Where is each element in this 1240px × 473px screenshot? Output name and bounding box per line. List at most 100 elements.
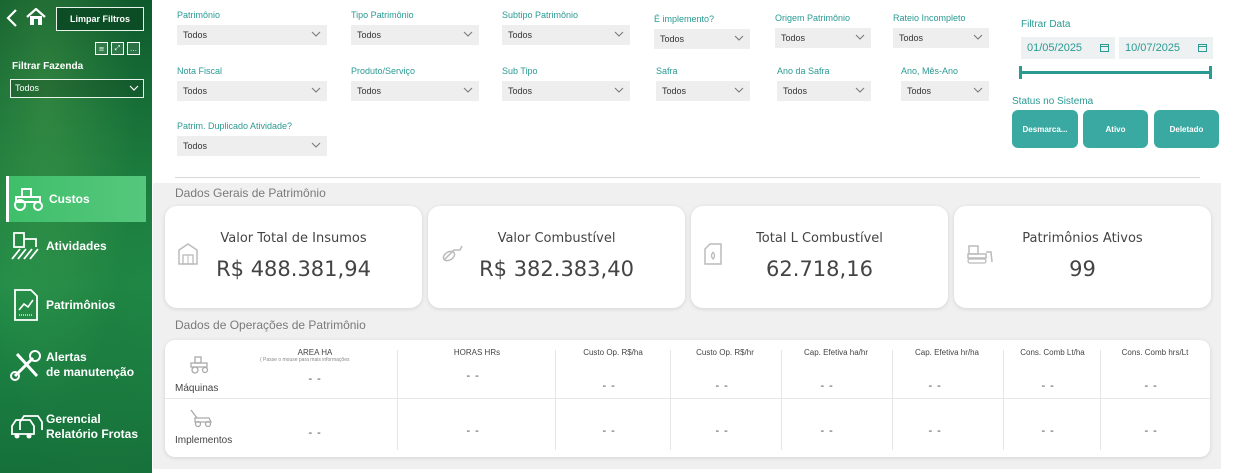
cell-value: -- xyxy=(819,424,837,437)
cell-value: -- xyxy=(465,424,483,437)
calendar-icon[interactable] xyxy=(1100,43,1109,52)
cell-value: -- xyxy=(1040,424,1058,437)
focus-mode-icon[interactable]: ⤢ xyxy=(111,42,124,55)
section-title-operations: Dados de Operações de Patrimônio xyxy=(175,318,366,332)
filter-dropdown[interactable]: Todos xyxy=(351,25,479,45)
date-range-slider[interactable] xyxy=(1021,71,1211,74)
status-label: Status no Sistema xyxy=(1012,96,1094,107)
filter-dropdown[interactable]: Todos xyxy=(177,25,327,45)
section-title-general: Dados Gerais de Patrimônio xyxy=(175,186,326,200)
cell-value: -- xyxy=(714,424,732,437)
filter-label: Patrimônio xyxy=(177,10,221,20)
column-header: HORAS HRs xyxy=(453,348,501,357)
date-end-input[interactable]: 10/07/2025 xyxy=(1119,37,1213,59)
filter-dropdown[interactable]: Todos xyxy=(177,136,327,156)
cell-value: -- xyxy=(1143,424,1161,437)
row-divider xyxy=(165,398,1210,399)
field-icon xyxy=(6,228,46,264)
farm-filter-label: Filtrar Fazenda xyxy=(12,61,84,72)
kpi-value: R$ 382.383,40 xyxy=(479,257,634,281)
right-margin xyxy=(1221,0,1240,473)
filter-dropdown[interactable]: Todos xyxy=(775,28,871,48)
nav-label-alertas: Alertas de manutenção xyxy=(46,350,134,380)
filter-ano-mes-ano: Ano, Mês-Ano Todos xyxy=(901,66,989,101)
status-button-ativo[interactable]: Ativo xyxy=(1083,110,1148,148)
nav-label-gerencial-line2: Relatório Frotas xyxy=(46,427,139,441)
date-start-value: 01/05/2025 xyxy=(1027,42,1083,54)
cell-value: -- xyxy=(819,379,837,392)
column-divider xyxy=(892,350,893,450)
nav-label-custos: Custos xyxy=(49,191,90,206)
filter-dropdown[interactable]: Todos xyxy=(901,81,989,101)
back-arrow-icon[interactable] xyxy=(5,8,19,28)
filter-dropdown[interactable]: Todos xyxy=(351,81,479,101)
nav-label-patrimonios: Patrimônios xyxy=(46,297,116,312)
filter-label: Patrim. Duplicado Atividade? xyxy=(177,121,293,131)
chevron-down-icon xyxy=(614,31,624,37)
filter-label: Tipo Patrimônio xyxy=(351,10,414,20)
cell-value: -- xyxy=(927,424,945,437)
filter-dropdown[interactable]: Todos xyxy=(654,29,750,49)
dashboard-root: Limpar Filtros ≡ ⤢ … Filtrar Fazenda Tod… xyxy=(0,0,1240,473)
nav-item-custos[interactable]: Custos xyxy=(6,176,146,222)
chevron-down-icon xyxy=(973,34,983,40)
report-chart-icon xyxy=(6,287,46,323)
filter-dropdown[interactable]: Todos xyxy=(502,81,630,101)
filter-label: É implemento? xyxy=(654,14,715,24)
filter-label: Origem Patrimônio xyxy=(775,13,851,23)
filter-rateio-incompleto: Rateio Incompleto Todos xyxy=(893,13,989,48)
date-start-input[interactable]: 01/05/2025 xyxy=(1021,37,1115,59)
filter-tipo-patrimonio: Tipo Patrimônio Todos xyxy=(351,10,479,45)
column-header: Cons. Comb hrs/Lt xyxy=(1121,348,1189,357)
status-button-desmarcar[interactable]: Desmarca... xyxy=(1012,110,1078,148)
nav-label-gerencial: Gerencial Relatório Frotas xyxy=(46,412,138,442)
row-label-implementos: Implementos xyxy=(175,435,233,446)
slider-start-handle[interactable] xyxy=(1019,66,1022,79)
nav-label-atividades: Atividades xyxy=(46,238,107,253)
filter-dropdown[interactable]: Todos xyxy=(177,81,327,101)
filter-value: Todos xyxy=(183,30,208,40)
chevron-down-icon xyxy=(129,85,139,91)
cars-icon xyxy=(6,409,46,445)
cell-value: -- xyxy=(307,372,325,385)
status-button-deletado[interactable]: Deletado xyxy=(1154,110,1219,148)
filter-value: Todos xyxy=(357,86,382,96)
chevron-down-icon xyxy=(734,87,744,93)
filter-patrim-duplicado: Patrim. Duplicado Atividade? Todos xyxy=(177,121,327,156)
column-header: Cap. Efetiva ha/hr xyxy=(803,348,869,357)
filter-dropdown[interactable]: Todos xyxy=(502,25,630,45)
filter-sub-tipo: Sub Tipo Todos xyxy=(502,66,630,101)
home-icon[interactable] xyxy=(25,8,47,26)
chevron-down-icon xyxy=(855,87,865,93)
filter-dropdown[interactable]: Todos xyxy=(777,81,871,101)
kpi-title: Valor Combustível xyxy=(497,231,616,246)
farm-filter-value: Todos xyxy=(15,83,40,93)
filter-origem-patrimonio: Origem Patrimônio Todos xyxy=(775,13,871,48)
cell-value: -- xyxy=(1143,379,1161,392)
filter-value: Todos xyxy=(783,86,808,96)
filter-dropdown[interactable]: Todos xyxy=(893,28,989,48)
filter-subtipo-patrimonio: Subtipo Patrimônio Todos xyxy=(502,10,630,45)
filter-icon[interactable]: ≡ xyxy=(95,42,108,55)
calendar-icon[interactable] xyxy=(1198,43,1207,52)
nav-item-atividades[interactable]: Atividades xyxy=(6,226,146,266)
filter-value: Todos xyxy=(660,34,685,44)
filter-produto-servico: Produto/Serviço Todos xyxy=(351,66,479,101)
more-options-icon[interactable]: … xyxy=(127,42,140,55)
slider-end-handle[interactable] xyxy=(1209,66,1212,79)
filter-dropdown[interactable]: Todos xyxy=(656,81,750,101)
nav-item-alertas[interactable]: Alertas de manutenção xyxy=(6,344,146,386)
column-header: Custo Op. R$/ha xyxy=(583,348,643,357)
nav-item-patrimonios[interactable]: Patrimônios xyxy=(6,284,146,326)
filter-safra: Safra Todos xyxy=(656,66,750,101)
farm-filter-dropdown[interactable]: Todos xyxy=(10,79,144,98)
clear-filters-button[interactable]: Limpar Filtros xyxy=(56,7,144,31)
kpi-card-total-litros: Total L Combustível 62.718,16 xyxy=(691,206,948,308)
hover-hint: ( Passe o mouse para mais informações xyxy=(260,357,350,363)
chevron-down-icon xyxy=(734,35,744,41)
nav-item-gerencial[interactable]: Gerencial Relatório Frotas xyxy=(6,406,146,448)
column-divider xyxy=(670,350,671,450)
chevron-down-icon xyxy=(311,142,321,148)
mower-icon xyxy=(190,409,213,428)
operations-table: AREA HA ( Passe o mouse para mais inform… xyxy=(165,340,1210,457)
